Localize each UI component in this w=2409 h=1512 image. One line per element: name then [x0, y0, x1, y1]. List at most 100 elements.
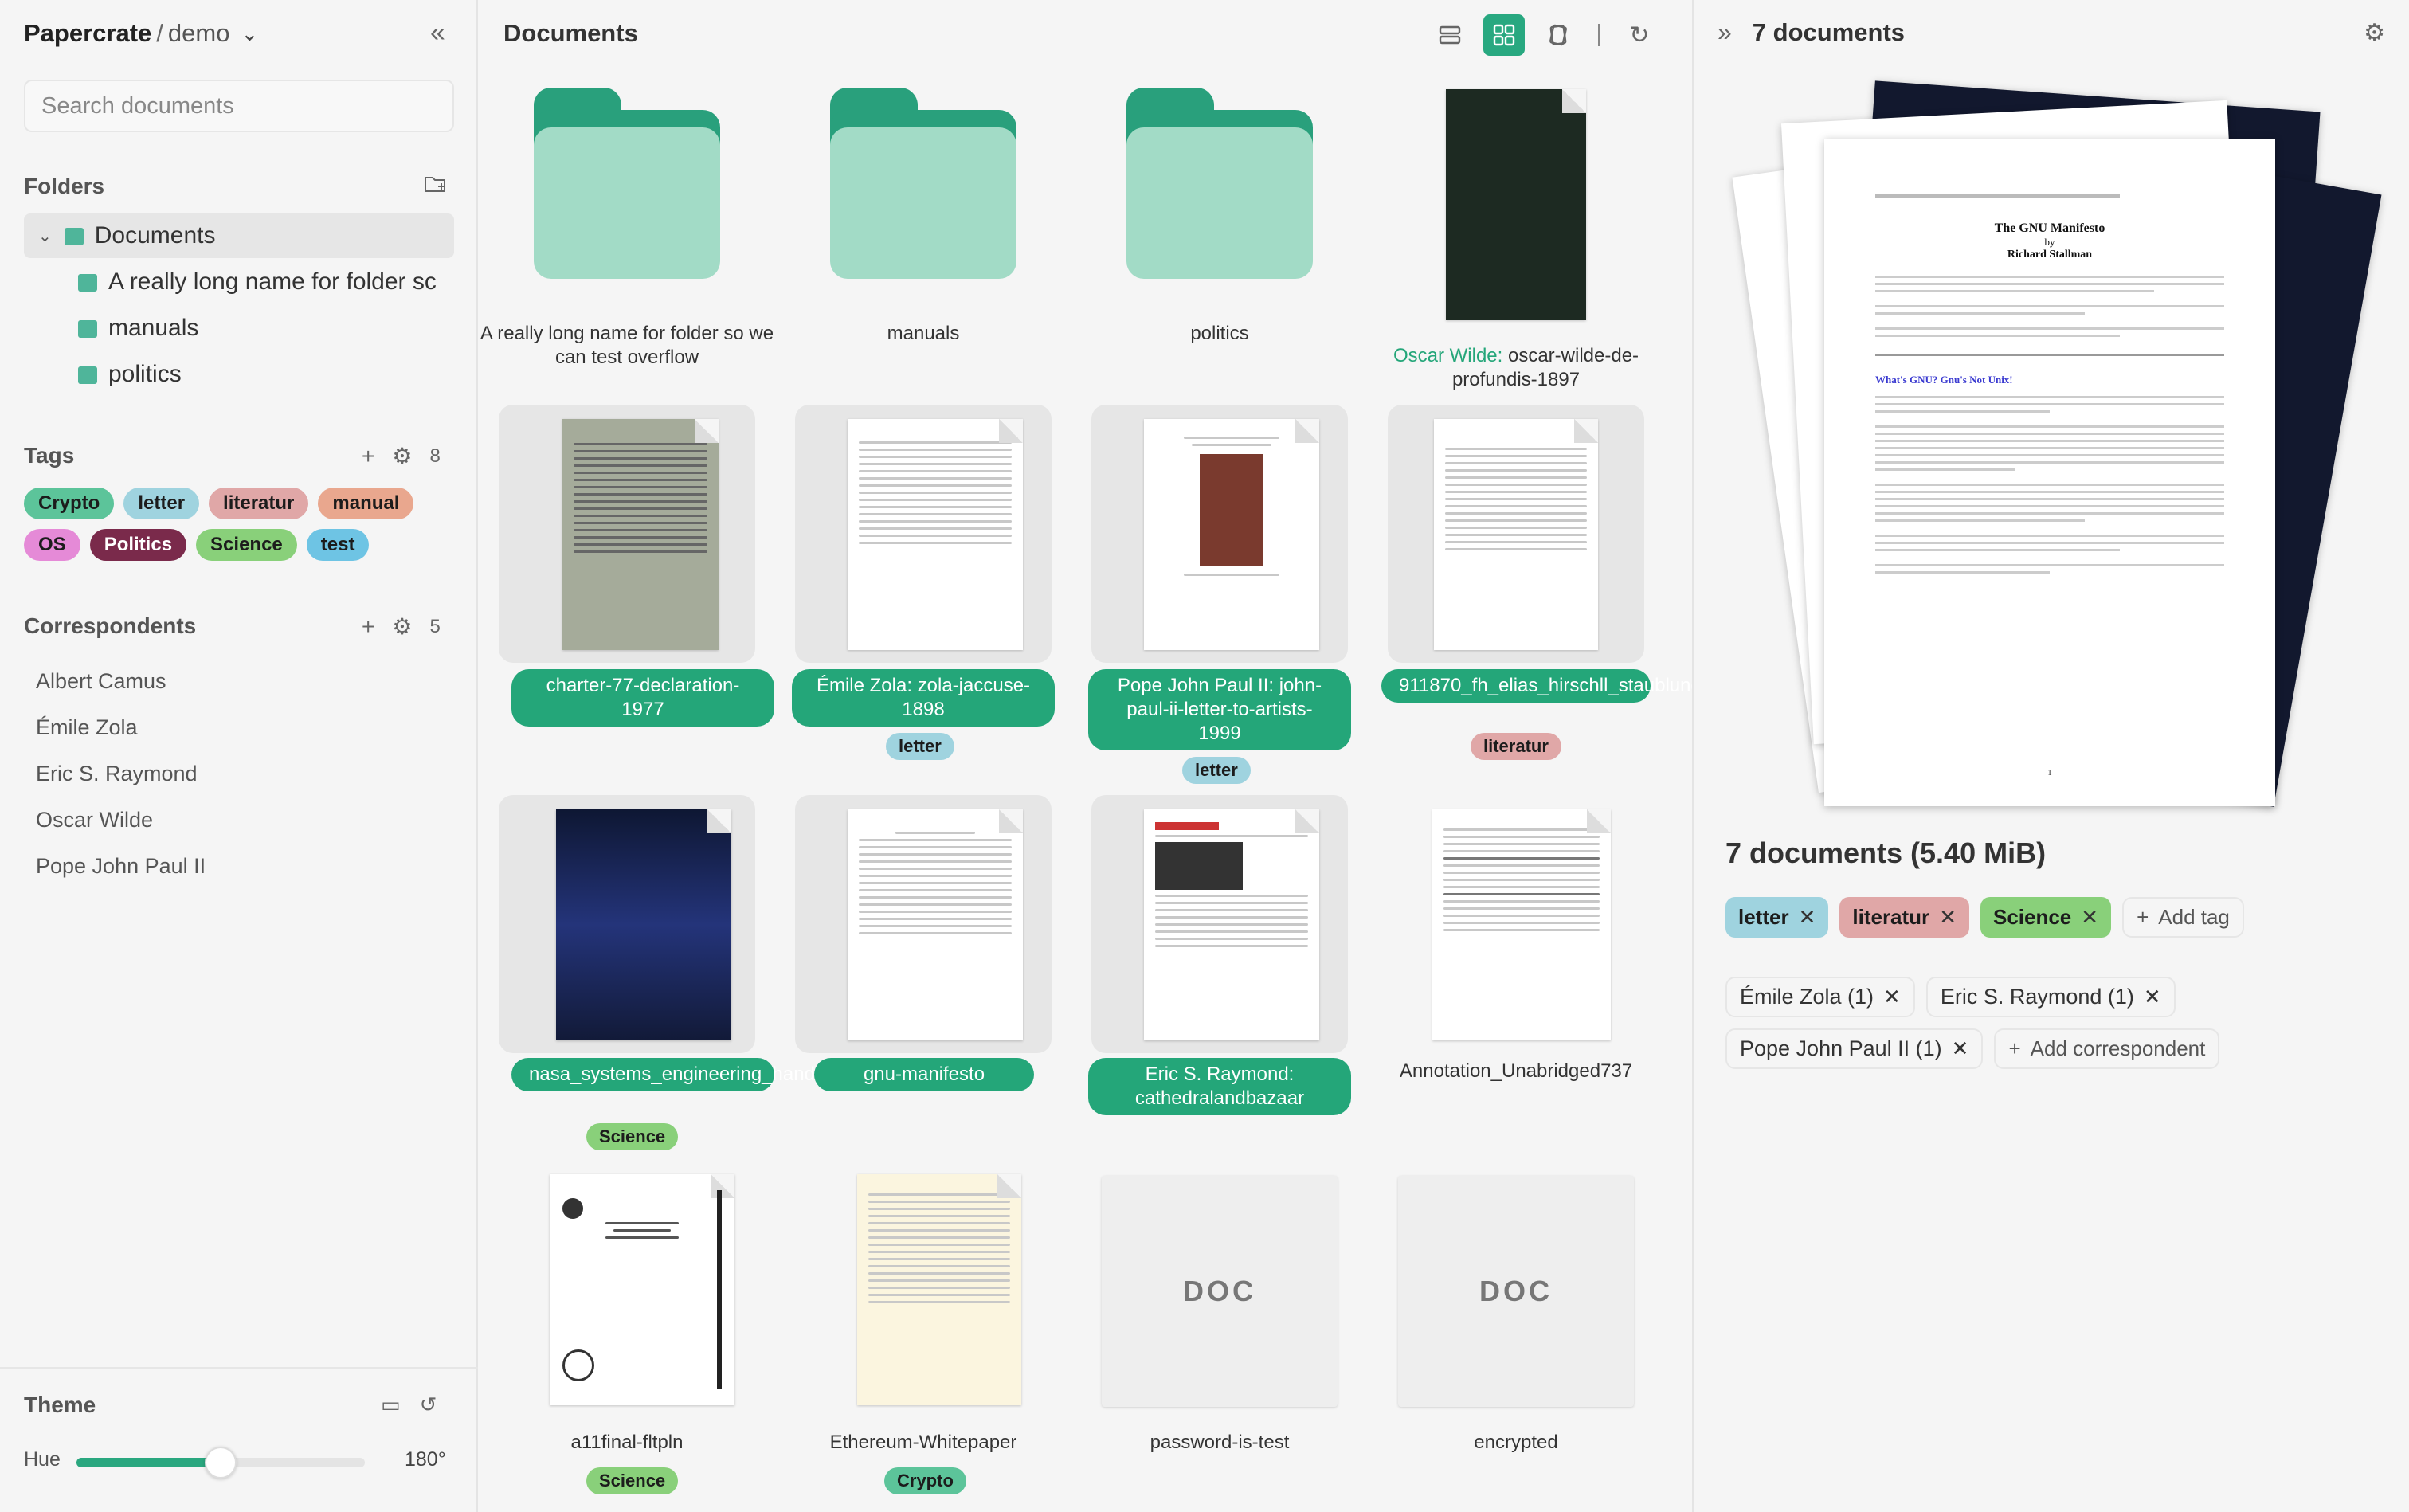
folder-icon: [78, 320, 97, 338]
tag-os[interactable]: OS: [24, 529, 80, 561]
folder-icon: [534, 88, 720, 279]
folder-tile-name: manuals: [887, 323, 960, 344]
collapse-sidebar-icon[interactable]: «: [430, 18, 445, 49]
refresh-icon[interactable]: ↻: [1619, 14, 1660, 56]
correspondent-item[interactable]: Eric S. Raymond: [36, 762, 198, 786]
hue-label: Hue: [24, 1448, 61, 1471]
document-tag[interactable]: Science: [586, 1467, 679, 1494]
tag-manual[interactable]: manual: [318, 488, 414, 519]
folder-icon: [78, 366, 97, 384]
document-tile[interactable]: DOC password-is-test: [1072, 1174, 1367, 1509]
correspondent-chip[interactable]: Émile Zola (1) ✕: [1725, 977, 1915, 1017]
new-folder-icon[interactable]: [424, 174, 448, 194]
document-tag[interactable]: Science: [586, 1123, 679, 1150]
grid-view-icon[interactable]: [1483, 14, 1525, 56]
gear-icon[interactable]: ⚙: [2364, 19, 2385, 47]
tag-test[interactable]: test: [306, 529, 370, 561]
correspondent-chip[interactable]: Pope John Paul II (1) ✕: [1725, 1028, 1984, 1069]
document-name: Émile Zola: zola-jaccuse-1898: [792, 669, 1055, 727]
reset-icon[interactable]: ↺: [420, 1393, 437, 1417]
add-correspondent-button[interactable]: + Add correspondent: [1994, 1028, 2220, 1069]
correspondent-chip[interactable]: Eric S. Raymond (1) ✕: [1925, 977, 2176, 1017]
tag-crypto[interactable]: Crypto: [24, 488, 115, 519]
search-box[interactable]: [24, 80, 454, 132]
selected-tag-chip[interactable]: literatur ✕: [1839, 897, 1969, 938]
folder-long-name[interactable]: A really long name for folder sc: [78, 260, 454, 304]
folder-tile[interactable]: A really long name for folder so we can …: [480, 88, 774, 390]
hue-slider-thumb[interactable]: [205, 1447, 237, 1479]
tag-literatur[interactable]: literatur: [209, 488, 309, 519]
chip-label: Émile Zola (1): [1740, 985, 1874, 1009]
document-thumbnail: [848, 809, 1023, 1040]
add-tag-label: Add tag: [2158, 905, 2230, 929]
document-tile[interactable]: nasa_systems_engineering_handbook_0 Scie…: [480, 795, 878, 1161]
add-tag-icon[interactable]: +: [362, 444, 374, 469]
remove-icon[interactable]: ✕: [1883, 985, 1901, 1009]
chevron-down-icon[interactable]: ⌄: [38, 226, 52, 246]
document-tile[interactable]: Émile Zola: zola-jaccuse-1898 letter: [776, 405, 1071, 771]
expand-panel-icon[interactable]: »: [1718, 18, 1732, 47]
gear-icon[interactable]: ⚙: [392, 443, 412, 469]
folder-icon: [78, 274, 97, 292]
document-tile[interactable]: Ethereum-Whitepaper Crypto: [776, 1174, 1071, 1509]
document-stack-preview: The GNU Manifesto by Richard Stallman Wh…: [1725, 80, 2382, 844]
remove-icon[interactable]: ✕: [1952, 1036, 1969, 1061]
document-tag[interactable]: literatur: [1471, 733, 1561, 760]
folder-manuals[interactable]: manuals: [78, 306, 198, 351]
add-tag-button[interactable]: + Add tag: [2122, 897, 2244, 938]
stack-view-icon[interactable]: [1537, 14, 1579, 56]
folders-title: Folders: [24, 174, 105, 198]
list-view-icon[interactable]: [1429, 14, 1471, 56]
document-name: 911870_fh_elias_hirschll_staublunge_9118…: [1381, 669, 1785, 703]
folder-documents[interactable]: ⌄ Documents: [24, 213, 454, 258]
folder-tile-name: A really long name for folder so we can …: [480, 323, 774, 368]
tag-list: Crypto letter literatur manual OS Politi…: [24, 488, 454, 561]
document-thumbnail: [848, 419, 1023, 650]
monitor-icon[interactable]: ▭: [381, 1393, 401, 1417]
correspondent-item[interactable]: Pope John Paul II: [36, 854, 206, 879]
selected-tag-chip[interactable]: letter ✕: [1725, 897, 1829, 938]
add-correspondent-icon[interactable]: +: [362, 614, 374, 640]
document-tile[interactable]: charter-77-declaration-1977: [480, 405, 774, 771]
remove-icon[interactable]: ✕: [1939, 905, 1957, 930]
workspace-switcher[interactable]: Papercrate / demo ⌄: [24, 18, 258, 49]
tag-politics[interactable]: Politics: [89, 529, 187, 561]
document-name: Eric S. Raymond: cathedralandbazaar: [1088, 1058, 1351, 1115]
tag-letter[interactable]: letter: [123, 488, 200, 519]
tag-science[interactable]: Science: [196, 529, 297, 561]
document-tile[interactable]: a11final-fltpln Science: [480, 1174, 774, 1509]
folder-politics[interactable]: politics: [78, 352, 182, 397]
folder-label: manuals: [108, 315, 199, 341]
document-tile[interactable]: Annotation_Unabridged737: [1369, 795, 1663, 1161]
hue-slider[interactable]: [76, 1447, 365, 1479]
remove-icon[interactable]: ✕: [2081, 905, 2098, 930]
document-tag[interactable]: letter: [1182, 757, 1251, 784]
document-tile[interactable]: DOC encrypted: [1369, 1174, 1663, 1509]
remove-icon[interactable]: ✕: [2144, 985, 2161, 1009]
correspondent-item[interactable]: Albert Camus: [36, 669, 166, 694]
plus-icon: +: [2008, 1036, 2021, 1060]
document-name: a11final-fltpln: [570, 1432, 684, 1453]
sidebar: Papercrate / demo ⌄ « Folders ⌄ Document…: [0, 0, 478, 1512]
document-tile[interactable]: Pope John Paul II: john-paul-ii-letter-t…: [1072, 405, 1367, 784]
chevron-down-icon[interactable]: ⌄: [241, 22, 258, 46]
document-tile[interactable]: gnu-manifesto: [776, 795, 1071, 1161]
document-thumbnail: [1432, 809, 1611, 1040]
document-tile[interactable]: Eric S. Raymond: cathedralandbazaar: [1072, 795, 1367, 1161]
document-tag[interactable]: letter: [886, 733, 954, 760]
remove-icon[interactable]: ✕: [1799, 905, 1816, 930]
document-tag[interactable]: Crypto: [884, 1467, 966, 1494]
document-tile[interactable]: Oscar Wilde: oscar-wilde-de-profundis-18…: [1369, 88, 1663, 398]
document-thumbnail: [1434, 419, 1598, 650]
selected-tag-chip[interactable]: Science ✕: [1980, 897, 2112, 938]
document-tile[interactable]: 911870_fh_elias_hirschll_staublunge_9118…: [1369, 405, 1785, 771]
document-placeholder: DOC: [1398, 1176, 1634, 1407]
document-thumbnail: [1144, 419, 1319, 650]
search-input[interactable]: [41, 92, 452, 119]
correspondent-item[interactable]: Émile Zola: [36, 715, 138, 740]
folder-tile[interactable]: manuals: [776, 88, 1071, 390]
folder-tile[interactable]: politics: [1072, 88, 1367, 390]
correspondent-item[interactable]: Oscar Wilde: [36, 808, 153, 832]
gear-icon[interactable]: ⚙: [392, 613, 412, 640]
theme-panel: Theme ▭ ↺ Hue 180°: [0, 1367, 478, 1512]
